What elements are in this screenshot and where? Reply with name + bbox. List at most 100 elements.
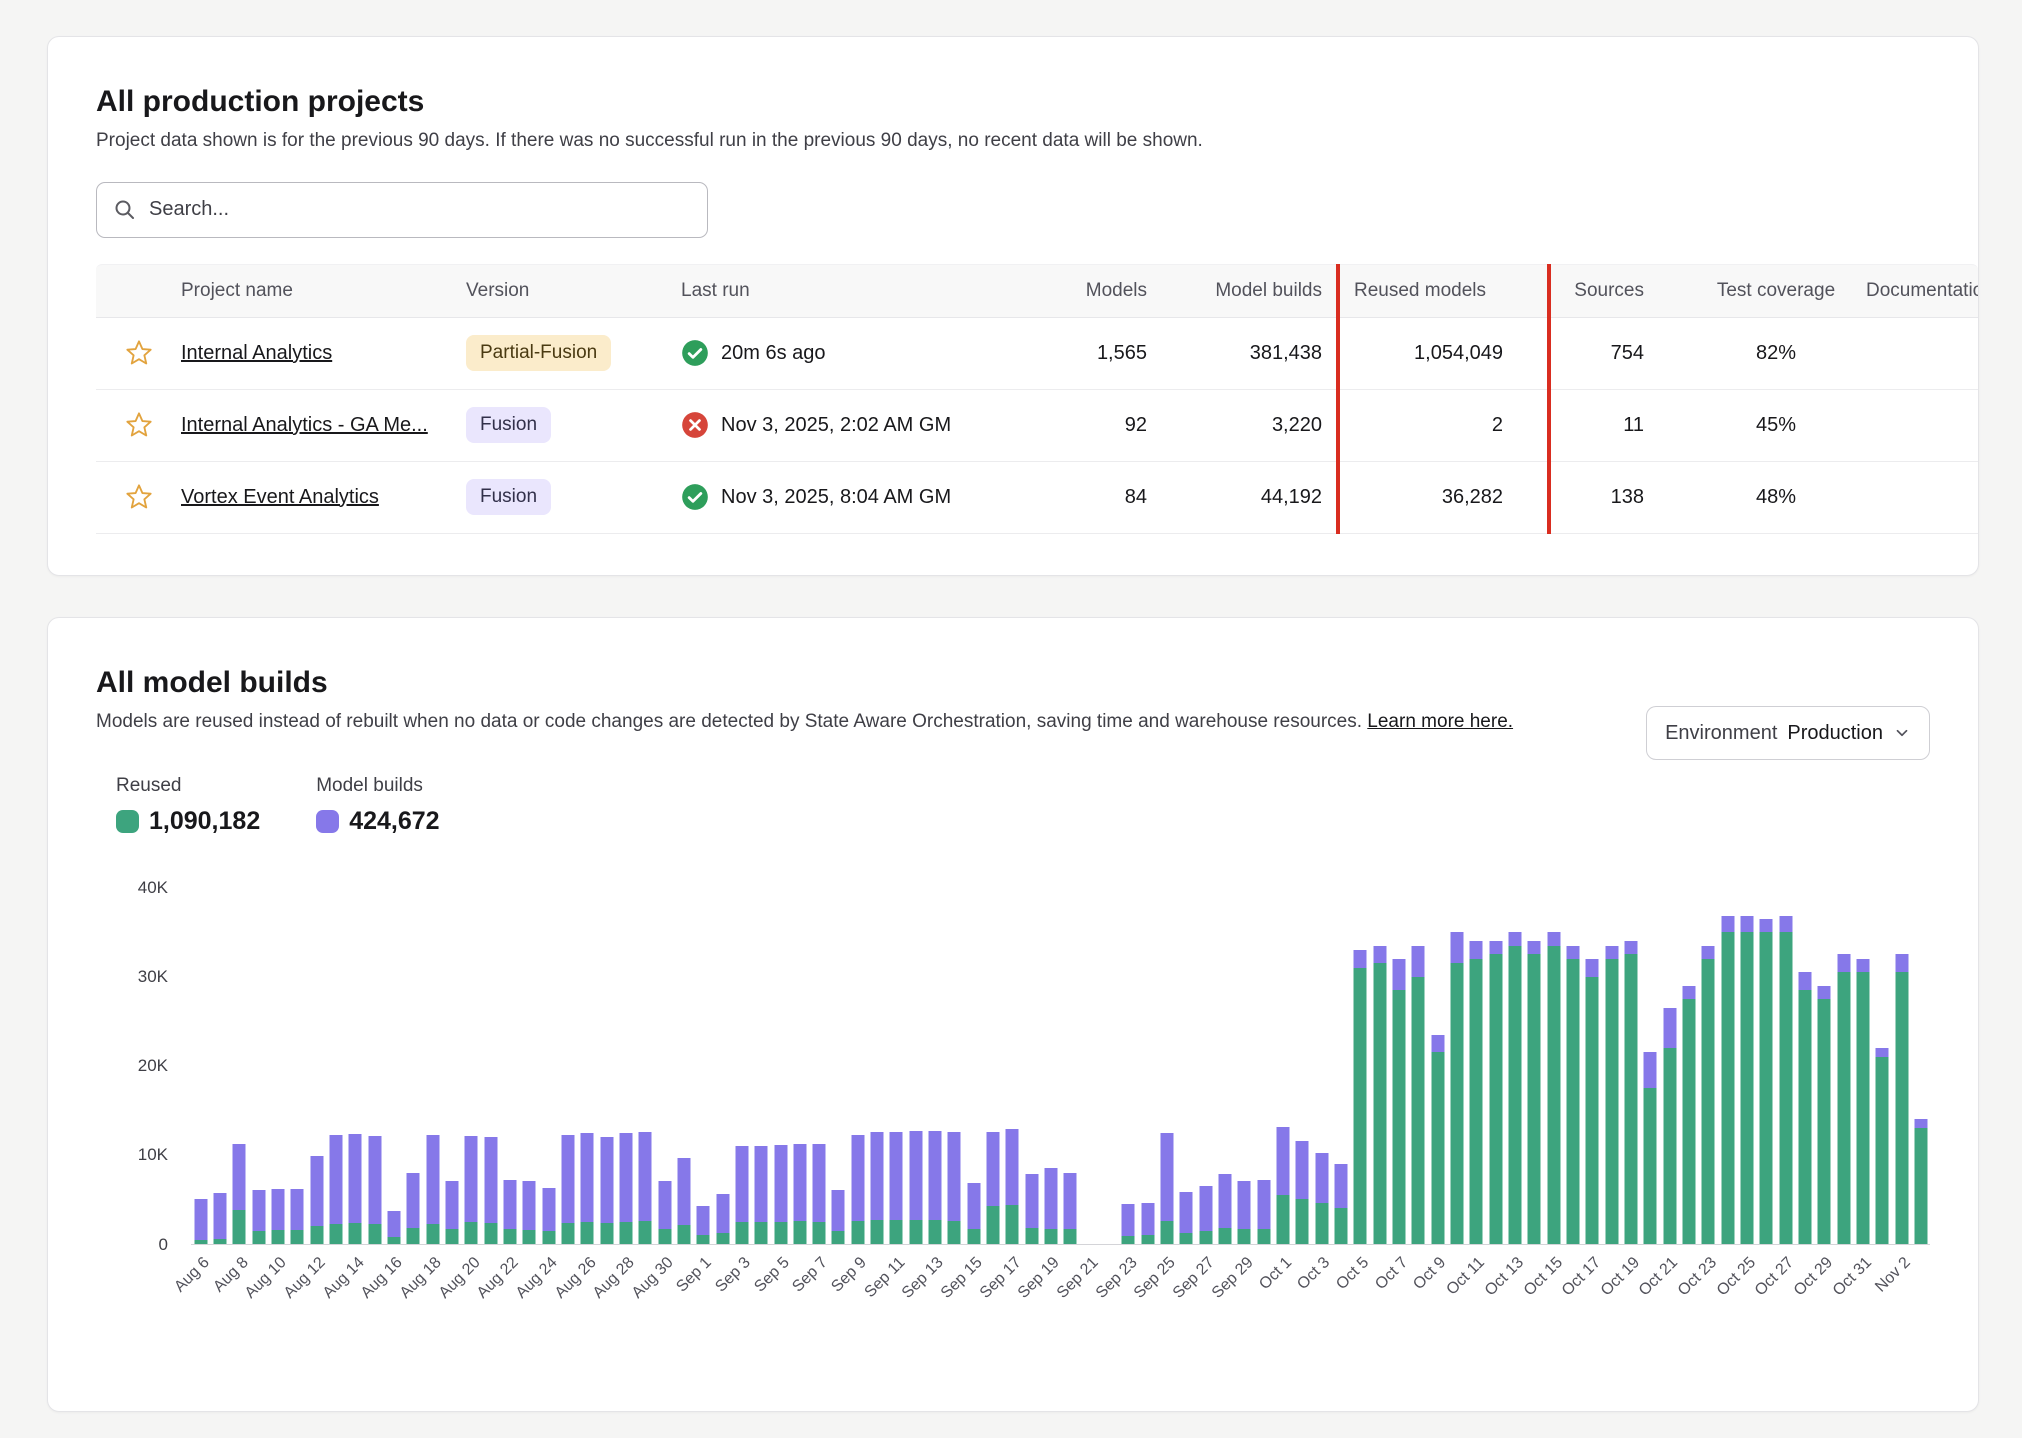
chart-bar-oct-28[interactable] bbox=[1795, 888, 1814, 1244]
chart-bar-oct-25[interactable]: Oct 25 bbox=[1737, 888, 1756, 1244]
chart-bar-sep-25[interactable]: Sep 25 bbox=[1157, 888, 1176, 1244]
environment-select[interactable]: Environment Production bbox=[1646, 706, 1930, 760]
chart-bar-oct-24[interactable] bbox=[1718, 888, 1737, 1244]
project-name-link[interactable]: Vortex Event Analytics bbox=[181, 486, 379, 508]
chart-bar-oct-29[interactable]: Oct 29 bbox=[1815, 888, 1834, 1244]
chart-bar-oct-7[interactable]: Oct 7 bbox=[1389, 888, 1408, 1244]
chart-bar-oct-27[interactable]: Oct 27 bbox=[1776, 888, 1795, 1244]
chart-bar-oct-19[interactable]: Oct 19 bbox=[1621, 888, 1640, 1244]
chart-bar-sep-24[interactable] bbox=[1138, 888, 1157, 1244]
chart-bar-oct-5[interactable]: Oct 5 bbox=[1351, 888, 1370, 1244]
chart-bar-sep-22[interactable] bbox=[1099, 888, 1118, 1244]
chart-bar-sep-8[interactable] bbox=[829, 888, 848, 1244]
chart-bar-aug-24[interactable]: Aug 24 bbox=[539, 888, 558, 1244]
chart-bar-sep-18[interactable] bbox=[1022, 888, 1041, 1244]
chart-bar-sep-30[interactable] bbox=[1254, 888, 1273, 1244]
chart-bar-aug-16[interactable]: Aug 16 bbox=[384, 888, 403, 1244]
chart-bar-oct-21[interactable]: Oct 21 bbox=[1660, 888, 1679, 1244]
favorite-cell[interactable] bbox=[96, 339, 181, 367]
chart-bar-sep-5[interactable]: Sep 5 bbox=[771, 888, 790, 1244]
chart-bar-oct-3[interactable]: Oct 3 bbox=[1312, 888, 1331, 1244]
chart-bar-sep-9[interactable]: Sep 9 bbox=[848, 888, 867, 1244]
chart-bar-aug-9[interactable] bbox=[249, 888, 268, 1244]
chart-bar-oct-15[interactable]: Oct 15 bbox=[1544, 888, 1563, 1244]
chart-bar-oct-17[interactable]: Oct 17 bbox=[1583, 888, 1602, 1244]
chart-bar-sep-26[interactable] bbox=[1177, 888, 1196, 1244]
chart-bar-sep-19[interactable]: Sep 19 bbox=[1041, 888, 1060, 1244]
chart-bar-nov-3[interactable] bbox=[1911, 888, 1930, 1244]
chart-bar-oct-2[interactable] bbox=[1293, 888, 1312, 1244]
favorite-cell[interactable] bbox=[96, 483, 181, 511]
chart-bar-aug-13[interactable] bbox=[326, 888, 345, 1244]
star-icon[interactable] bbox=[125, 483, 153, 511]
chart-bar-aug-17[interactable] bbox=[404, 888, 423, 1244]
chart-bar-sep-17[interactable]: Sep 17 bbox=[1003, 888, 1022, 1244]
chart-bar-aug-23[interactable] bbox=[520, 888, 539, 1244]
search-box[interactable] bbox=[96, 182, 708, 238]
chart-bar-oct-12[interactable] bbox=[1486, 888, 1505, 1244]
chart-bar-sep-14[interactable] bbox=[945, 888, 964, 1244]
chart-bar-aug-18[interactable]: Aug 18 bbox=[423, 888, 442, 1244]
chart-bar-sep-16[interactable] bbox=[983, 888, 1002, 1244]
chart-bar-sep-7[interactable]: Sep 7 bbox=[810, 888, 829, 1244]
chart-bar-sep-6[interactable] bbox=[790, 888, 809, 1244]
star-icon[interactable] bbox=[125, 339, 153, 367]
chart-bar-oct-4[interactable] bbox=[1331, 888, 1350, 1244]
chart-bar-aug-19[interactable] bbox=[442, 888, 461, 1244]
chart-bar-sep-11[interactable]: Sep 11 bbox=[887, 888, 906, 1244]
chart-bar-aug-11[interactable] bbox=[288, 888, 307, 1244]
chart-bar-oct-22[interactable] bbox=[1679, 888, 1698, 1244]
chart-bar-aug-31[interactable] bbox=[674, 888, 693, 1244]
chart-bar-aug-14[interactable]: Aug 14 bbox=[346, 888, 365, 1244]
chart-bar-oct-11[interactable]: Oct 11 bbox=[1467, 888, 1486, 1244]
chart-bar-sep-12[interactable] bbox=[906, 888, 925, 1244]
chart-bar-oct-6[interactable] bbox=[1370, 888, 1389, 1244]
chart-bar-aug-15[interactable] bbox=[365, 888, 384, 1244]
chart-bar-nov-2[interactable]: Nov 2 bbox=[1892, 888, 1911, 1244]
chart-bar-oct-10[interactable] bbox=[1447, 888, 1466, 1244]
chart-bar-oct-31[interactable]: Oct 31 bbox=[1853, 888, 1872, 1244]
chart-bar-oct-16[interactable] bbox=[1563, 888, 1582, 1244]
chart-bar-aug-10[interactable]: Aug 10 bbox=[268, 888, 287, 1244]
chart-bar-sep-27[interactable]: Sep 27 bbox=[1196, 888, 1215, 1244]
chart-bar-oct-18[interactable] bbox=[1602, 888, 1621, 1244]
chart-bar-aug-30[interactable]: Aug 30 bbox=[655, 888, 674, 1244]
chart-bar-sep-15[interactable]: Sep 15 bbox=[964, 888, 983, 1244]
chart-bar-sep-2[interactable] bbox=[713, 888, 732, 1244]
chart-bar-aug-22[interactable]: Aug 22 bbox=[500, 888, 519, 1244]
chart-bar-sep-21[interactable]: Sep 21 bbox=[1080, 888, 1099, 1244]
chart-bar-sep-28[interactable] bbox=[1215, 888, 1234, 1244]
chart-bar-aug-20[interactable]: Aug 20 bbox=[462, 888, 481, 1244]
chart-bar-oct-1[interactable]: Oct 1 bbox=[1273, 888, 1292, 1244]
chart-bar-aug-26[interactable]: Aug 26 bbox=[578, 888, 597, 1244]
chart-bar-oct-20[interactable] bbox=[1641, 888, 1660, 1244]
chart-bar-sep-3[interactable]: Sep 3 bbox=[732, 888, 751, 1244]
chart-bar-oct-9[interactable]: Oct 9 bbox=[1428, 888, 1447, 1244]
chart-bar-aug-8[interactable]: Aug 8 bbox=[230, 888, 249, 1244]
chart-bar-oct-26[interactable] bbox=[1757, 888, 1776, 1244]
chart-bar-sep-23[interactable]: Sep 23 bbox=[1119, 888, 1138, 1244]
chart-bar-aug-28[interactable]: Aug 28 bbox=[616, 888, 635, 1244]
chart-bar-aug-7[interactable] bbox=[210, 888, 229, 1244]
chart-bar-oct-23[interactable]: Oct 23 bbox=[1699, 888, 1718, 1244]
chart-bar-aug-27[interactable] bbox=[597, 888, 616, 1244]
chart-bar-aug-29[interactable] bbox=[636, 888, 655, 1244]
learn-more-link[interactable]: Learn more here. bbox=[1367, 711, 1513, 732]
chart-bar-aug-21[interactable] bbox=[481, 888, 500, 1244]
chart-bar-sep-20[interactable] bbox=[1061, 888, 1080, 1244]
chart-bar-oct-14[interactable] bbox=[1525, 888, 1544, 1244]
star-icon[interactable] bbox=[125, 411, 153, 439]
chart-bar-sep-4[interactable] bbox=[752, 888, 771, 1244]
chart-bar-aug-12[interactable]: Aug 12 bbox=[307, 888, 326, 1244]
chart-bar-oct-30[interactable] bbox=[1834, 888, 1853, 1244]
chart-bar-sep-29[interactable]: Sep 29 bbox=[1235, 888, 1254, 1244]
chart-bar-sep-13[interactable]: Sep 13 bbox=[925, 888, 944, 1244]
chart-bar-oct-8[interactable] bbox=[1409, 888, 1428, 1244]
chart-bar-nov-1[interactable] bbox=[1873, 888, 1892, 1244]
project-name-link[interactable]: Internal Analytics - GA Me... bbox=[181, 414, 428, 436]
project-name-link[interactable]: Internal Analytics bbox=[181, 342, 332, 364]
search-input[interactable] bbox=[149, 198, 691, 221]
chart-bar-aug-6[interactable]: Aug 6 bbox=[191, 888, 210, 1244]
chart-bar-aug-25[interactable] bbox=[558, 888, 577, 1244]
chart-bar-oct-13[interactable]: Oct 13 bbox=[1505, 888, 1524, 1244]
